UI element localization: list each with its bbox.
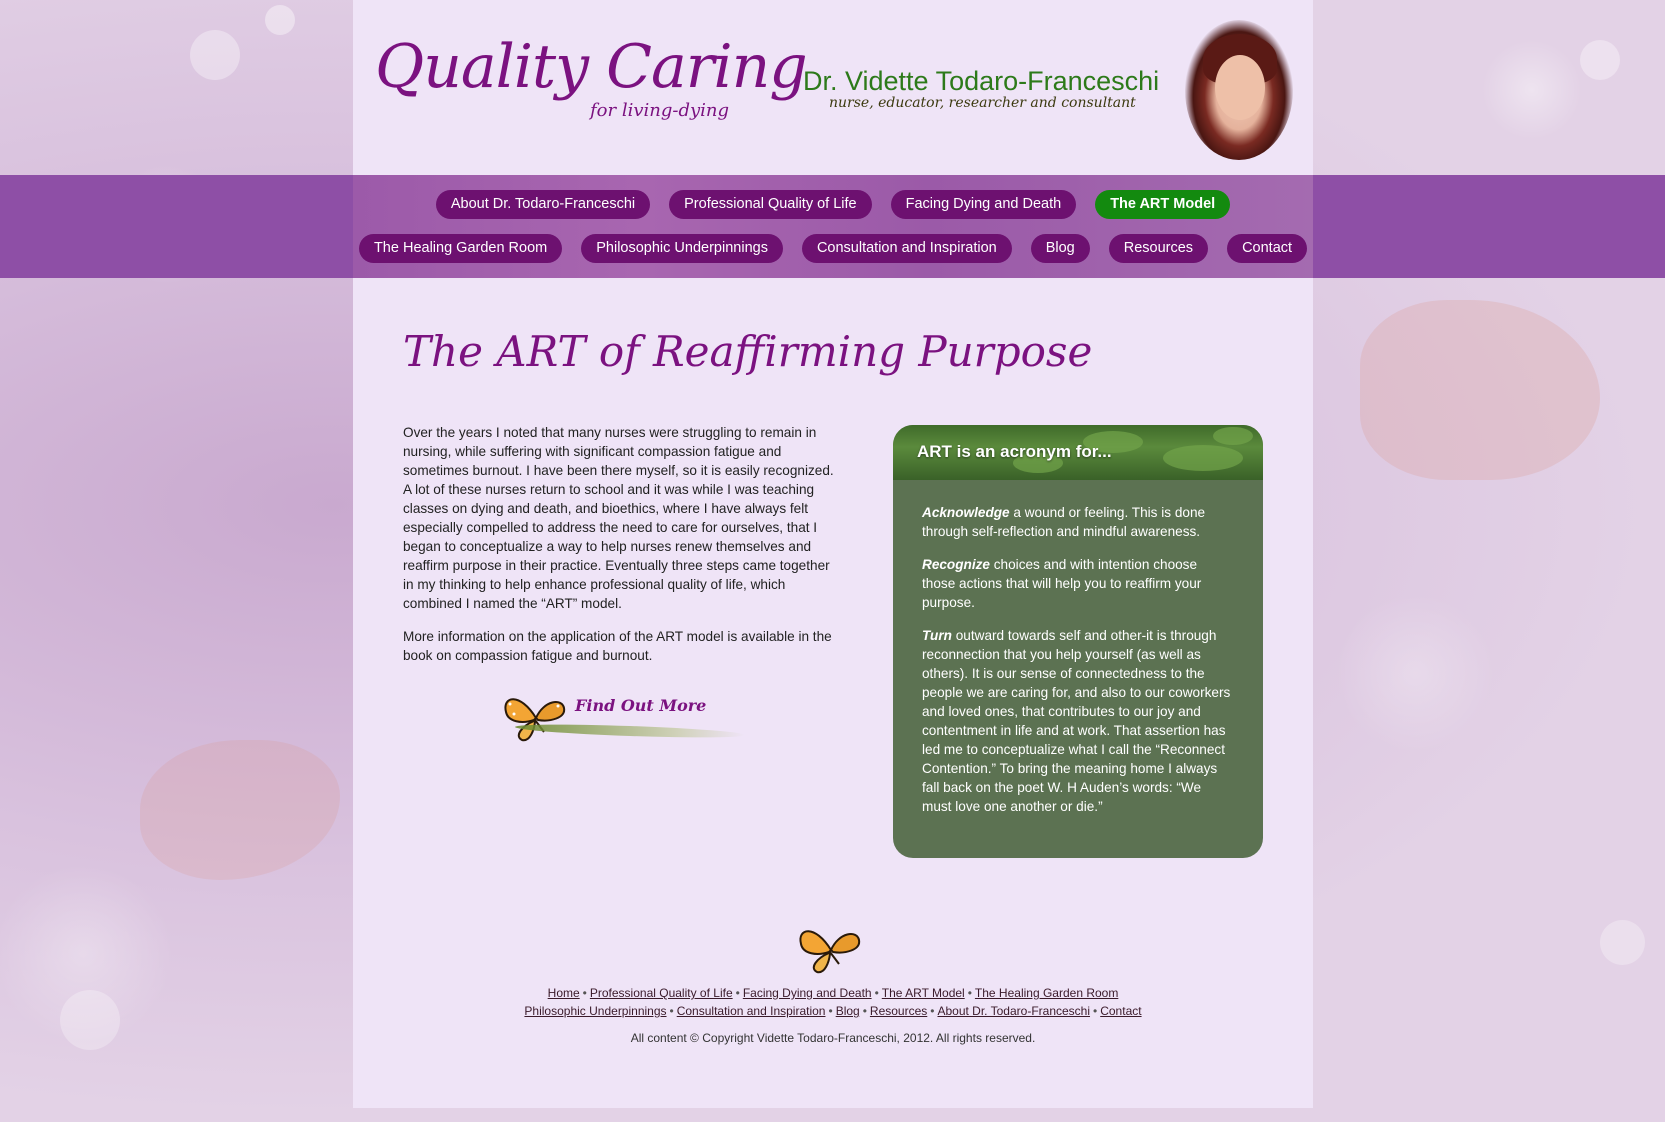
footer-separator: • bbox=[735, 986, 740, 1000]
nav-blog[interactable]: Blog bbox=[1030, 234, 1090, 263]
nav-contact[interactable]: Contact bbox=[1227, 234, 1308, 263]
doctor-title: nurse, educator, researcher and consulta… bbox=[829, 95, 1136, 111]
leaf-decoration bbox=[1163, 445, 1243, 471]
nav-professional-quality[interactable]: Professional Quality of Life bbox=[669, 190, 872, 219]
footer-link-resources[interactable]: Resources bbox=[870, 1004, 927, 1018]
footer-link-healing-garden[interactable]: The Healing Garden Room bbox=[975, 986, 1118, 1000]
footer-separator: • bbox=[874, 986, 879, 1000]
art-item-recognize: Recognize choices and with intention cho… bbox=[922, 555, 1234, 612]
art-term: Acknowledge bbox=[922, 505, 1010, 520]
footer-links-row-1: Home • Professional Quality of Life • Facing… bbox=[353, 984, 1313, 1002]
find-out-more-label[interactable]: Find Out More bbox=[575, 696, 706, 715]
footer-separator: • bbox=[582, 986, 587, 1000]
portrait-photo bbox=[1185, 20, 1293, 160]
nav-art-model[interactable]: The ART Model bbox=[1095, 190, 1231, 219]
nav-about[interactable]: About Dr. Todaro-Franceschi bbox=[435, 190, 651, 219]
leaf-decoration bbox=[1213, 427, 1253, 445]
copyright-notice: All content © Copyright Vidette Todaro-F… bbox=[630, 1031, 1036, 1045]
art-term: Turn bbox=[922, 628, 952, 643]
site-logo[interactable]: Quality Caring bbox=[375, 32, 808, 102]
footer-separator: • bbox=[669, 1004, 674, 1018]
footer-links-row-2: Philosophic Underpinnings • Consultation a… bbox=[353, 1002, 1313, 1020]
background-bokeh bbox=[190, 30, 240, 80]
nav-row-primary: About Dr. Todaro-Franceschi Professional… bbox=[353, 190, 1313, 219]
nav-philosophic[interactable]: Philosophic Underpinnings bbox=[581, 234, 783, 263]
footer-separator: • bbox=[828, 1004, 833, 1018]
background-bokeh bbox=[1600, 920, 1645, 965]
art-acronym-box: ART is an acronym for... Acknowledge a w… bbox=[893, 425, 1263, 858]
background-bokeh bbox=[265, 5, 295, 35]
background-butterfly-shape bbox=[140, 740, 340, 880]
footer-link-professional-quality[interactable]: Professional Quality of Life bbox=[590, 986, 733, 1000]
footer-link-consultation[interactable]: Consultation and Inspiration bbox=[677, 1004, 826, 1018]
doctor-name: Dr. Vidette Todaro-Franceschi bbox=[803, 66, 1160, 96]
background-bokeh bbox=[1580, 40, 1620, 80]
footer-separator: • bbox=[1093, 1004, 1098, 1018]
nav-row-secondary: The Healing Garden Room Philosophic Unde… bbox=[353, 234, 1313, 263]
art-box-content: Acknowledge a wound or feeling. This is … bbox=[922, 503, 1234, 830]
footer-links: Home • Professional Quality of Life • Facing… bbox=[353, 984, 1313, 1020]
footer-link-blog[interactable]: Blog bbox=[836, 1004, 860, 1018]
portrait-face bbox=[1215, 55, 1265, 120]
footer-link-art-model[interactable]: The ART Model bbox=[882, 986, 965, 1000]
art-box-title: ART is an acronym for... bbox=[917, 442, 1112, 461]
body-paragraph: More information on the application of t… bbox=[403, 629, 832, 663]
footer-separator: • bbox=[862, 1004, 867, 1018]
nav-healing-garden[interactable]: The Healing Garden Room bbox=[358, 234, 563, 263]
nav-resources[interactable]: Resources bbox=[1108, 234, 1209, 263]
site-header: Quality Caring for living-dying Dr. Vide… bbox=[353, 0, 1313, 175]
footer-separator: • bbox=[967, 986, 972, 1000]
footer-butterfly-icon bbox=[799, 930, 861, 974]
footer-separator: • bbox=[930, 1004, 935, 1018]
footer-link-contact[interactable]: Contact bbox=[1100, 1004, 1141, 1018]
footer-link-about[interactable]: About Dr. Todaro-Franceschi bbox=[937, 1004, 1090, 1018]
footer-link-philosophic[interactable]: Philosophic Underpinnings bbox=[524, 1004, 666, 1018]
footer-link-facing-dying[interactable]: Facing Dying and Death bbox=[743, 986, 872, 1000]
find-out-more-link[interactable]: Find Out More bbox=[500, 690, 746, 752]
art-text: outward towards self and other-it is thr… bbox=[922, 628, 1231, 814]
art-item-turn: Turn outward towards self and other-it i… bbox=[922, 626, 1234, 816]
background-bokeh bbox=[60, 990, 120, 1050]
background-butterfly-shape bbox=[1360, 300, 1600, 480]
art-item-acknowledge: Acknowledge a wound or feeling. This is … bbox=[922, 503, 1234, 541]
body-paragraph: Over the years I noted that many nurses … bbox=[403, 425, 834, 611]
page-title: The ART of Reaffirming Purpose bbox=[403, 327, 1093, 376]
nav-consultation[interactable]: Consultation and Inspiration bbox=[801, 234, 1012, 263]
site-tagline: for living-dying bbox=[590, 100, 730, 121]
main-body: Over the years I noted that many nurses … bbox=[403, 423, 843, 679]
butterfly-icon bbox=[504, 698, 566, 742]
nav-facing-dying[interactable]: Facing Dying and Death bbox=[890, 190, 1077, 219]
art-term: Recognize bbox=[922, 557, 990, 572]
footer-link-home[interactable]: Home bbox=[548, 986, 580, 1000]
